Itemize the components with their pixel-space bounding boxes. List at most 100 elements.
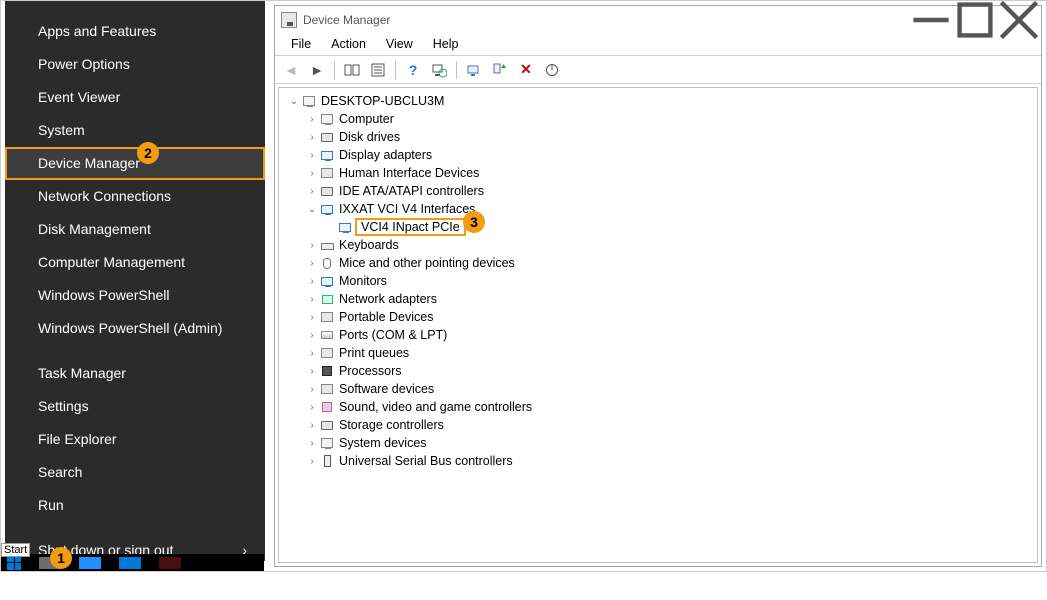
cm-network-connections[interactable]: Network Connections bbox=[5, 180, 265, 213]
cm-run[interactable]: Run bbox=[5, 489, 265, 522]
cat-usb[interactable]: ›Universal Serial Bus controllers bbox=[287, 452, 1033, 470]
cm-label: Network Connections bbox=[38, 188, 171, 204]
cat-ports[interactable]: ›Ports (COM & LPT) bbox=[287, 326, 1033, 344]
cat-processors[interactable]: ›Processors bbox=[287, 362, 1033, 380]
titlebar[interactable]: Device Manager bbox=[275, 6, 1041, 34]
taskbar-app-icon[interactable] bbox=[119, 557, 141, 569]
disable-device-button[interactable] bbox=[540, 59, 564, 81]
cat-portable[interactable]: ›Portable Devices bbox=[287, 308, 1033, 326]
menu-help[interactable]: Help bbox=[423, 35, 469, 54]
cm-label: Task Manager bbox=[38, 365, 126, 381]
expander-icon[interactable]: ⌄ bbox=[287, 96, 301, 107]
taskbar-app-icon[interactable] bbox=[79, 557, 101, 569]
cat-display-adapters[interactable]: ›Display adapters bbox=[287, 146, 1033, 164]
nav-back-button[interactable]: ◄ bbox=[279, 59, 303, 81]
nav-forward-button[interactable]: ► bbox=[305, 59, 329, 81]
expander-icon[interactable]: › bbox=[305, 330, 319, 341]
cm-settings[interactable]: Settings bbox=[5, 390, 265, 423]
cm-event-viewer[interactable]: Event Viewer bbox=[5, 81, 265, 114]
cat-system[interactable]: › System devices bbox=[287, 434, 1033, 452]
print-icon bbox=[319, 346, 335, 360]
cat-ixxat[interactable]: ⌄ IXXAT VCI V4 Interfaces bbox=[287, 200, 1033, 218]
device-manager-window: Device Manager File Action View Help ◄ ► bbox=[274, 5, 1042, 567]
cat-print[interactable]: ›Print queues bbox=[287, 344, 1033, 362]
cat-sound[interactable]: ›Sound, video and game controllers bbox=[287, 398, 1033, 416]
start-button[interactable] bbox=[7, 556, 21, 570]
expander-icon[interactable]: › bbox=[305, 186, 319, 197]
expander-icon[interactable]: › bbox=[305, 312, 319, 323]
close-button[interactable] bbox=[997, 6, 1041, 34]
tree-label: System devices bbox=[339, 436, 427, 450]
pc-icon bbox=[301, 94, 317, 108]
expander-icon[interactable]: ⌄ bbox=[305, 204, 319, 215]
expander-icon[interactable]: › bbox=[305, 420, 319, 431]
update-driver-button[interactable] bbox=[462, 59, 486, 81]
window-title: Device Manager bbox=[303, 13, 390, 27]
cat-hid[interactable]: ›Human Interface Devices bbox=[287, 164, 1033, 182]
ports-icon bbox=[319, 328, 335, 342]
expander-icon[interactable]: › bbox=[305, 456, 319, 467]
scan-hardware-button[interactable] bbox=[427, 59, 451, 81]
cat-keyboards[interactable]: ›Keyboards bbox=[287, 236, 1033, 254]
cm-computer-management[interactable]: Computer Management bbox=[5, 246, 265, 279]
menu-action[interactable]: Action bbox=[321, 35, 376, 54]
cat-mice[interactable]: ›Mice and other pointing devices bbox=[287, 254, 1033, 272]
cpu-icon bbox=[319, 364, 335, 378]
cm-file-explorer[interactable]: File Explorer bbox=[5, 423, 265, 456]
winx-context-menu: Apps and Features Power Options Event Vi… bbox=[5, 1, 265, 561]
enable-device-button[interactable] bbox=[488, 59, 512, 81]
cat-ide[interactable]: ›IDE ATA/ATAPI controllers bbox=[287, 182, 1033, 200]
expander-icon[interactable]: › bbox=[305, 438, 319, 449]
cm-label: Device Manager bbox=[38, 155, 140, 171]
taskbar-app-icon[interactable] bbox=[159, 557, 181, 569]
cm-power-options[interactable]: Power Options bbox=[5, 48, 265, 81]
cm-powershell[interactable]: Windows PowerShell bbox=[5, 279, 265, 312]
cm-disk-management[interactable]: Disk Management bbox=[5, 213, 265, 246]
cat-network[interactable]: › Network adapters bbox=[287, 290, 1033, 308]
cm-system[interactable]: System bbox=[5, 114, 265, 147]
expander-icon[interactable]: › bbox=[305, 132, 319, 143]
cm-device-manager[interactable]: Device Manager bbox=[5, 147, 265, 180]
monitor-icon bbox=[319, 274, 335, 288]
cm-label: Windows PowerShell (Admin) bbox=[38, 320, 222, 336]
tree-label: Storage controllers bbox=[339, 418, 444, 432]
cm-apps-and-features[interactable]: Apps and Features bbox=[5, 15, 265, 48]
tree-label: Network adapters bbox=[339, 292, 437, 306]
menu-view[interactable]: View bbox=[376, 35, 423, 54]
cm-powershell-admin[interactable]: Windows PowerShell (Admin) bbox=[5, 312, 265, 345]
network-icon bbox=[319, 292, 335, 306]
expander-icon[interactable]: › bbox=[305, 168, 319, 179]
cat-computer[interactable]: ›Computer bbox=[287, 110, 1033, 128]
menu-file[interactable]: File bbox=[281, 35, 321, 54]
device-tree[interactable]: ⌄ DESKTOP-UBCLU3M ›Computer ›Disk drives… bbox=[278, 87, 1038, 563]
help-button[interactable]: ? bbox=[401, 59, 425, 81]
expander-icon[interactable]: › bbox=[305, 366, 319, 377]
minimize-button[interactable] bbox=[909, 6, 953, 34]
cm-task-manager[interactable]: Task Manager bbox=[5, 357, 265, 390]
start-tooltip: Start bbox=[1, 543, 30, 557]
app-icon bbox=[281, 12, 297, 28]
cat-monitors[interactable]: ›Monitors bbox=[287, 272, 1033, 290]
expander-icon[interactable]: › bbox=[305, 348, 319, 359]
cat-software[interactable]: ›Software devices bbox=[287, 380, 1033, 398]
maximize-button[interactable] bbox=[953, 6, 997, 34]
expander-icon[interactable]: › bbox=[305, 402, 319, 413]
expander-icon[interactable]: › bbox=[305, 114, 319, 125]
expander-icon[interactable]: › bbox=[305, 276, 319, 287]
tree-label: IXXAT VCI V4 Interfaces bbox=[339, 202, 475, 216]
device-vci4-inpact[interactable]: VCI4 INpact PCIe bbox=[287, 218, 1033, 236]
cat-storage[interactable]: › Storage controllers bbox=[287, 416, 1033, 434]
separator bbox=[334, 61, 335, 79]
keyboard-icon bbox=[319, 238, 335, 252]
show-hidden-button[interactable] bbox=[340, 59, 364, 81]
uninstall-device-button[interactable]: ✕ bbox=[514, 59, 538, 81]
expander-icon[interactable]: › bbox=[305, 240, 319, 251]
tree-root[interactable]: ⌄ DESKTOP-UBCLU3M bbox=[287, 92, 1033, 110]
expander-icon[interactable]: › bbox=[305, 150, 319, 161]
cat-disk-drives[interactable]: ›Disk drives bbox=[287, 128, 1033, 146]
cm-search[interactable]: Search bbox=[5, 456, 265, 489]
expander-icon[interactable]: › bbox=[305, 258, 319, 269]
expander-icon[interactable]: › bbox=[305, 384, 319, 395]
properties-button[interactable] bbox=[366, 59, 390, 81]
expander-icon[interactable]: › bbox=[305, 294, 319, 305]
